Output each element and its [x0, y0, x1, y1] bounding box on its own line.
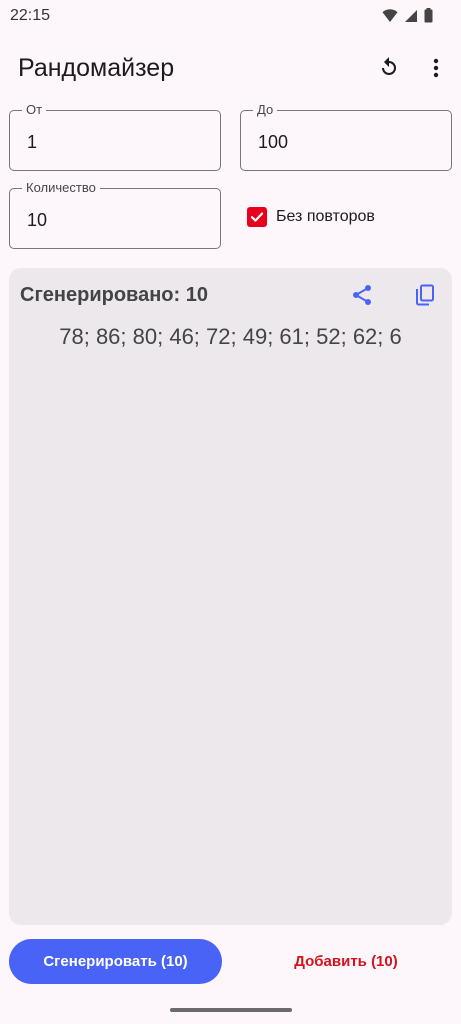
status-icons [382, 8, 433, 23]
count-field[interactable]: Количество 10 [9, 180, 221, 249]
more-vert-icon [433, 58, 439, 78]
app-bar: Рандомайзер [0, 40, 461, 96]
wifi-icon [382, 8, 398, 22]
refresh-icon [382, 57, 396, 75]
result-title: Сгенерировано: 10 [20, 284, 208, 306]
share-icon [353, 285, 371, 305]
no-repeats-label: Без повторов [276, 208, 375, 225]
signal-icon [405, 9, 417, 22]
count-field-value[interactable]: 10 [27, 210, 47, 231]
to-field-value[interactable]: 100 [258, 132, 288, 153]
from-field-label: От [22, 102, 47, 118]
count-field-label: Количество [22, 180, 100, 196]
add-button[interactable]: Добавить (10) [240, 939, 452, 984]
more-options-button[interactable] [420, 52, 452, 84]
from-field-value[interactable]: 1 [27, 132, 37, 153]
generate-button[interactable]: Сгенерировать (10) [9, 939, 222, 984]
no-repeats-checkbox[interactable]: Без повторов [247, 207, 375, 227]
checkbox-checked-icon[interactable] [247, 207, 267, 227]
status-bar: 22:15 [0, 0, 461, 34]
copy-button[interactable] [410, 280, 440, 310]
gesture-nav-handle[interactable] [170, 1008, 292, 1012]
generated-numbers: 78; 86; 80; 46; 72; 49; 61; 52; 62; 6 [59, 324, 402, 349]
from-field[interactable]: От 1 [9, 102, 221, 171]
to-field[interactable]: До 100 [240, 102, 452, 171]
refresh-button[interactable] [373, 52, 405, 84]
share-button[interactable] [347, 280, 377, 310]
status-time: 22:15 [10, 7, 51, 24]
app-title: Рандомайзер [18, 54, 175, 82]
copy-icon [416, 284, 434, 306]
battery-icon [424, 8, 433, 23]
result-card: Сгенерировано: 10 78; 86; 80; 46; 72; 49… [9, 268, 452, 925]
to-field-label: До [253, 102, 278, 118]
